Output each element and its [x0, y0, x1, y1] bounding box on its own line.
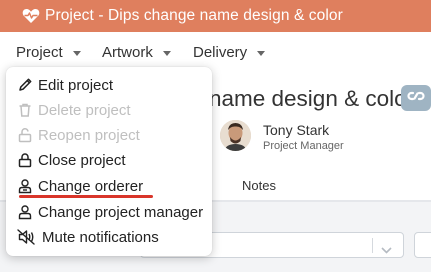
- menu-item-label: Delete project: [38, 101, 131, 119]
- window-title: Project - Dips change name design & colo…: [45, 7, 343, 24]
- nav-artwork-label: Artwork: [102, 44, 153, 61]
- lock-icon: [16, 151, 34, 169]
- heart-pulse-icon: [22, 7, 40, 25]
- menu-item-label: Reopen project: [38, 126, 140, 144]
- pencil-icon: [16, 76, 34, 94]
- trash-icon: [16, 101, 34, 119]
- project-manager-name: Tony Stark: [263, 122, 330, 138]
- app-titlebar: Project - Dips change name design & colo…: [0, 0, 431, 32]
- bell-slash-icon: [16, 228, 38, 246]
- user-id-icon: [16, 177, 34, 195]
- copy-link-button[interactable]: [401, 85, 431, 111]
- nav-delivery-menu[interactable]: Delivery: [193, 44, 266, 61]
- nav-artwork-menu[interactable]: Artwork: [102, 44, 171, 61]
- menu-item-label: Close project: [38, 151, 126, 169]
- project-title: name design & color: [209, 86, 415, 111]
- menu-item-delete-project[interactable]: Delete project: [16, 99, 131, 121]
- menu-item-close-project[interactable]: Close project: [16, 149, 126, 171]
- user-icon: [16, 203, 34, 221]
- project-dropdown-menu: Edit project Delete project Reopen proje…: [6, 67, 212, 256]
- menu-item-change-orderer[interactable]: Change orderer: [16, 175, 143, 197]
- menu-item-change-project-manager[interactable]: Change project manager: [16, 201, 203, 223]
- nav-delivery-label: Delivery: [193, 44, 248, 61]
- menu-item-label: Change orderer: [38, 177, 144, 195]
- nav-project-label: Project: [16, 44, 63, 61]
- tab-notes[interactable]: Notes: [242, 178, 276, 193]
- caret-down-icon: [257, 50, 266, 56]
- menu-item-label: Mute notifications: [42, 228, 159, 246]
- menu-item-label: Change project manager: [38, 203, 204, 221]
- caret-down-icon: [72, 50, 81, 56]
- menu-item-mute-notifications[interactable]: Mute notifications: [16, 226, 159, 248]
- link-icon: [407, 89, 425, 108]
- nav-project-menu[interactable]: Project: [16, 44, 81, 61]
- menu-item-edit-project[interactable]: Edit project: [16, 74, 113, 96]
- caret-down-icon: [162, 50, 171, 56]
- unlock-icon: [16, 126, 34, 144]
- select-separator: [372, 238, 373, 253]
- menu-item-reopen-project[interactable]: Reopen project: [16, 124, 140, 146]
- project-manager-role: Project Manager: [263, 140, 344, 152]
- highlight-underline: [19, 195, 153, 198]
- secondary-filter-select[interactable]: [414, 232, 431, 258]
- chevron-down-icon: [381, 241, 392, 259]
- menu-item-label: Edit project: [38, 76, 114, 94]
- avatar: [220, 120, 251, 151]
